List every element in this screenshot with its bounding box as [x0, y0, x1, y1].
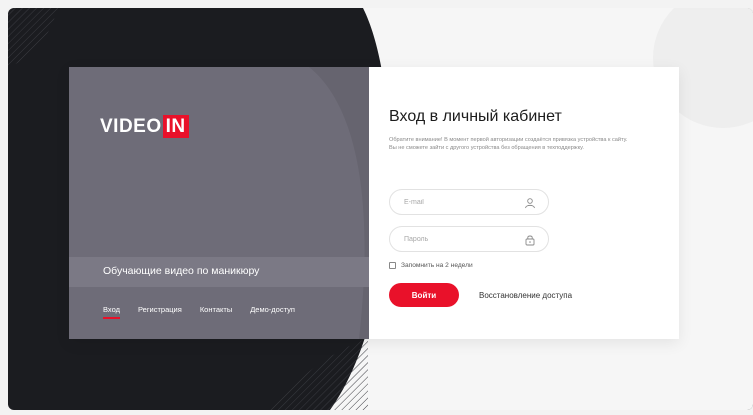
page-title: Вход в личный кабинет — [389, 108, 562, 125]
login-card: VIDEO IN Обучающие видео по маникюру Вхо… — [69, 67, 679, 339]
logo: VIDEO IN — [100, 115, 189, 138]
nav-item-demo[interactable]: Демо-доступ — [250, 305, 295, 314]
login-button[interactable]: Войти — [389, 283, 459, 307]
checkbox-box[interactable] — [389, 262, 396, 269]
app-frame: VIDEO IN Обучающие видео по маникюру Вхо… — [8, 8, 753, 410]
main-nav: Вход Регистрация Контакты Демо-доступ — [103, 305, 295, 319]
nav-item-contacts[interactable]: Контакты — [200, 305, 232, 314]
email-field[interactable] — [389, 189, 549, 215]
login-form-panel: Вход в личный кабинет Обратите внимание!… — [369, 67, 679, 339]
tagline-text: Обучающие видео по маникюру — [103, 265, 260, 277]
remember-checkbox[interactable]: Запомнить на 2 недели — [389, 262, 473, 269]
device-notice: Обратите внимание! В момент первой автор… — [389, 137, 628, 151]
lock-icon — [524, 233, 536, 251]
logo-badge: IN — [162, 115, 189, 138]
user-icon — [524, 196, 536, 214]
info-panel: VIDEO IN Обучающие видео по маникюру Вхо… — [69, 67, 369, 339]
nav-item-login[interactable]: Вход — [103, 305, 120, 319]
tagline-band: Обучающие видео по маникюру — [69, 257, 369, 287]
password-input[interactable] — [404, 233, 524, 245]
remember-label: Запомнить на 2 недели — [401, 262, 473, 269]
logo-text: VIDEO — [100, 115, 162, 137]
restore-access-link[interactable]: Восстановление доступа — [479, 291, 572, 300]
nav-item-register[interactable]: Регистрация — [138, 305, 182, 314]
panel-curve-decoration — [309, 67, 369, 339]
password-field[interactable] — [389, 226, 549, 252]
email-input[interactable] — [404, 196, 524, 208]
